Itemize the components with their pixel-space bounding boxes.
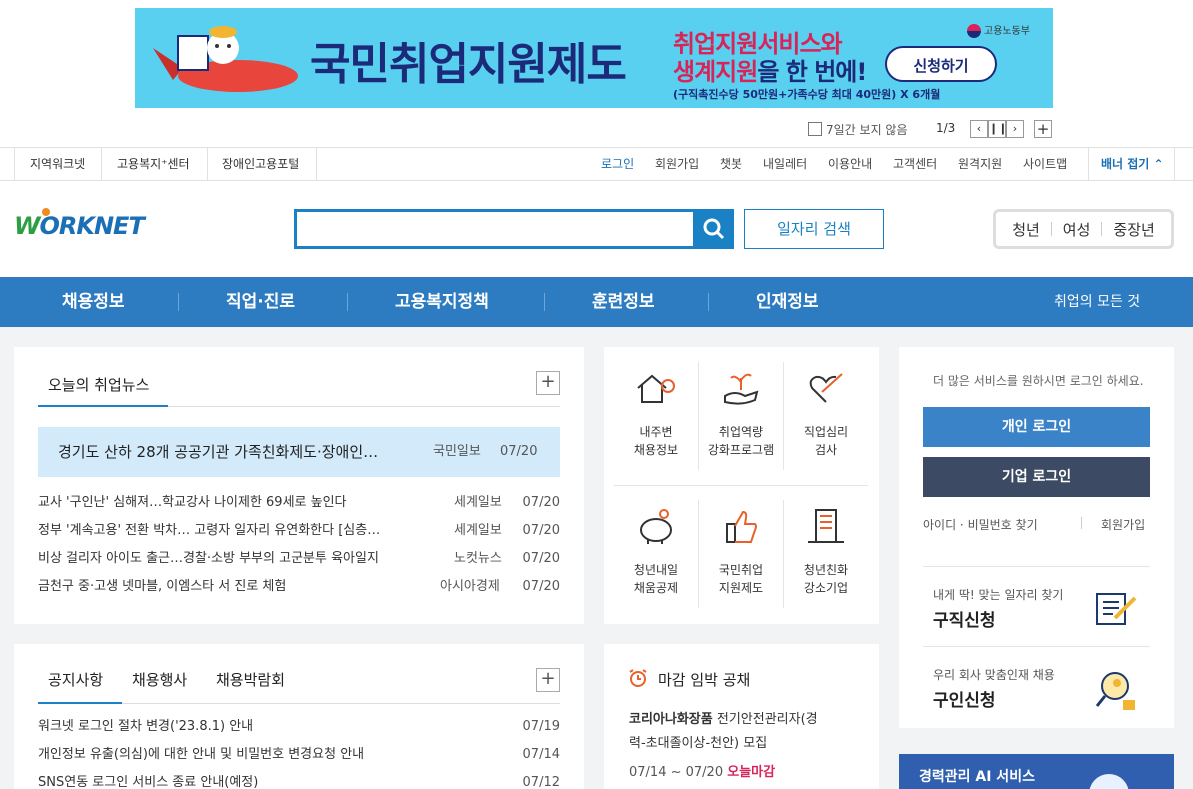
building-icon (808, 509, 844, 543)
utility-bar: 지역워크넷 고용복지⁺센터 장애인고용포털 로그인 회원가입 챗봇 내일레터 이… (0, 147, 1193, 181)
banner-title: 국민취업지원제도 (310, 39, 627, 90)
deadline-title: 마감 임박 공채 (658, 671, 751, 689)
tab-job-fair[interactable]: 채용박람회 (216, 669, 285, 690)
target-middle-aged[interactable]: 중장년 (1102, 219, 1165, 240)
main-nav: 채용정보 직업·진로 고용복지정책 훈련정보 인재정보 취업의 모든 것 (0, 277, 1193, 327)
document-pen-icon (1096, 593, 1137, 625)
promo-banner[interactable]: 국민취업지원제도 취업지원서비스와 생계지원을 한 번에! (구직촉진수당 50… (135, 8, 1053, 108)
nav-training[interactable]: 훈련정보 (592, 277, 655, 327)
target-group-box: 청년 여성 중장년 (993, 209, 1174, 249)
notice-item[interactable]: 워크넷 로그인 절차 변경('23.8.1) 안내 07/19 (38, 713, 560, 741)
job-seek-apply[interactable]: 내게 딱! 맞는 일자리 찾기 구직신청 (923, 578, 1150, 638)
thumbs-up-icon (726, 510, 757, 543)
nav-career[interactable]: 직업·진로 (226, 277, 295, 327)
plus-icon[interactable]: + (1034, 120, 1052, 138)
banner-fold-button[interactable]: 배너 접기 ⌃ (1101, 148, 1164, 180)
util-customer[interactable]: 고객센터 (893, 148, 937, 180)
magnifier-person-icon (1095, 672, 1135, 710)
search-button[interactable] (694, 209, 734, 249)
dont-show-7days[interactable]: 7일간 보지 않음 (808, 119, 908, 139)
news-item[interactable]: 비상 걸리자 아이도 출근…경찰·소방 부부의 고군분투 육아일지 노컷뉴스 07/… (38, 545, 560, 573)
prev-icon[interactable]: ‹ (970, 120, 988, 138)
service-youth-friendly-company[interactable]: 청년친화 강소기업 (784, 506, 868, 597)
tab-recruit-event[interactable]: 채용행사 (132, 669, 187, 690)
news-item[interactable]: 교사 '구인난' 심해져…학교강사 나이제한 69세로 높인다 세계일보 07/20 (38, 489, 560, 517)
util-join[interactable]: 회원가입 (655, 148, 699, 180)
login-message: 더 많은 서비스를 원하시면 로그인 하세요. (933, 374, 1144, 388)
util-sitemap[interactable]: 사이트맵 (1023, 148, 1067, 180)
util-guide[interactable]: 이용안내 (828, 148, 872, 180)
service-national-support[interactable]: 국민취업 지원제도 (699, 506, 783, 597)
ai-character (1089, 774, 1129, 789)
news-item[interactable]: 금천구 중·고생 넷마블, 이엠스타 서 진로 체험 아시아경제 07/20 (38, 573, 560, 601)
banner-subtitle-2: 생계지원을 한 번에! (673, 58, 867, 86)
hand-plant-icon (724, 373, 759, 405)
personal-login-button[interactable]: 개인 로그인 (923, 407, 1150, 447)
notice-item[interactable]: SNS연동 로그인 서비스 종료 안내(예정) 07/12 (38, 769, 560, 789)
worknet-logo[interactable]: WORKNET (14, 208, 145, 240)
nav-welfare-policy[interactable]: 고용복지정책 (395, 277, 489, 327)
util-chatbot[interactable]: 챗봇 (720, 148, 742, 180)
alarm-clock-icon (629, 669, 647, 687)
news-title[interactable]: 오늘의 취업뉴스 (48, 374, 149, 395)
ai-career-banner[interactable]: 경력관리 AI 서비스 (899, 754, 1174, 789)
recruit-apply[interactable]: 우리 회사 맞춤인재 채용 구인신청 (923, 658, 1150, 718)
plane-illustration (153, 26, 298, 92)
nav-talent[interactable]: 인재정보 (756, 277, 819, 327)
heart-pen-icon (809, 373, 843, 403)
company-login-button[interactable]: 기업 로그인 (923, 457, 1150, 497)
banner-note: (구직촉진수당 50만원+가족수당 최대 40만원) X 6개월 (673, 88, 941, 101)
ministry-logo: 고용노동부 (967, 22, 1030, 38)
piggy-bank-icon (640, 509, 672, 544)
nav-recruit[interactable]: 채용정보 (62, 277, 125, 327)
chevron-up-icon: ⌃ (1153, 157, 1164, 171)
util-disabled-portal[interactable]: 장애인고용포털 (222, 148, 299, 180)
notice-more-icon[interactable]: + (536, 668, 560, 692)
notice-item[interactable]: 개인정보 유출(의심)에 대한 안내 및 비밀번호 변경요청 안내 07/14 (38, 741, 560, 769)
target-women[interactable]: 여성 (1052, 219, 1102, 240)
search-icon (703, 218, 725, 240)
deadline-period: 07/14 ~ 07/20 오늘마감 (629, 765, 776, 780)
news-headline[interactable]: 경기도 산하 28개 공공기관 가족친화제도·장애인… 국민일보 07/20 (38, 427, 560, 477)
util-letter[interactable]: 내일레터 (763, 148, 807, 180)
service-nearby-jobs[interactable]: 내주변 채용정보 (614, 368, 698, 459)
news-item[interactable]: 정부 '계속고용' 전환 박차… 고령자 일자리 유연화한다 [심층… 세계일보 0… (38, 517, 560, 545)
deadline-job[interactable]: 코리아나화장품 전기안전관리자(경 력-초대졸이상-천안) 모집 (629, 708, 859, 756)
news-more-icon[interactable]: + (536, 371, 560, 395)
target-youth[interactable]: 청년 (1001, 219, 1051, 240)
service-youth-savings[interactable]: 청년내일 채움공제 (614, 506, 698, 597)
service-psych-test[interactable]: 직업심리 검사 (784, 368, 868, 459)
pause-icon[interactable]: ❙❙ (988, 120, 1007, 138)
find-id-password-link[interactable]: 아이디 · 비밀번호 찾기 (923, 516, 1038, 533)
apply-button[interactable]: 신청하기 (885, 46, 997, 82)
nav-all-menu[interactable]: 취업의 모든 것 (1054, 277, 1140, 327)
util-regional[interactable]: 지역워크넷 (30, 148, 85, 180)
dont-show-checkbox[interactable] (808, 122, 822, 136)
search-input[interactable] (294, 209, 696, 249)
util-welfare-center[interactable]: 고용복지⁺센터 (117, 148, 190, 180)
util-remote[interactable]: 원격지원 (958, 148, 1002, 180)
next-icon[interactable]: › (1006, 120, 1024, 138)
job-search-button[interactable]: 일자리 검색 (744, 209, 884, 249)
banner-pager: 1/3 (936, 121, 956, 135)
util-login[interactable]: 로그인 (601, 148, 634, 180)
join-link[interactable]: 회원가입 (1101, 516, 1145, 533)
house-pin-icon (637, 374, 675, 403)
tab-notice[interactable]: 공지사항 (48, 669, 103, 690)
service-capability-program[interactable]: 취업역량 강화프로그램 (699, 368, 783, 459)
